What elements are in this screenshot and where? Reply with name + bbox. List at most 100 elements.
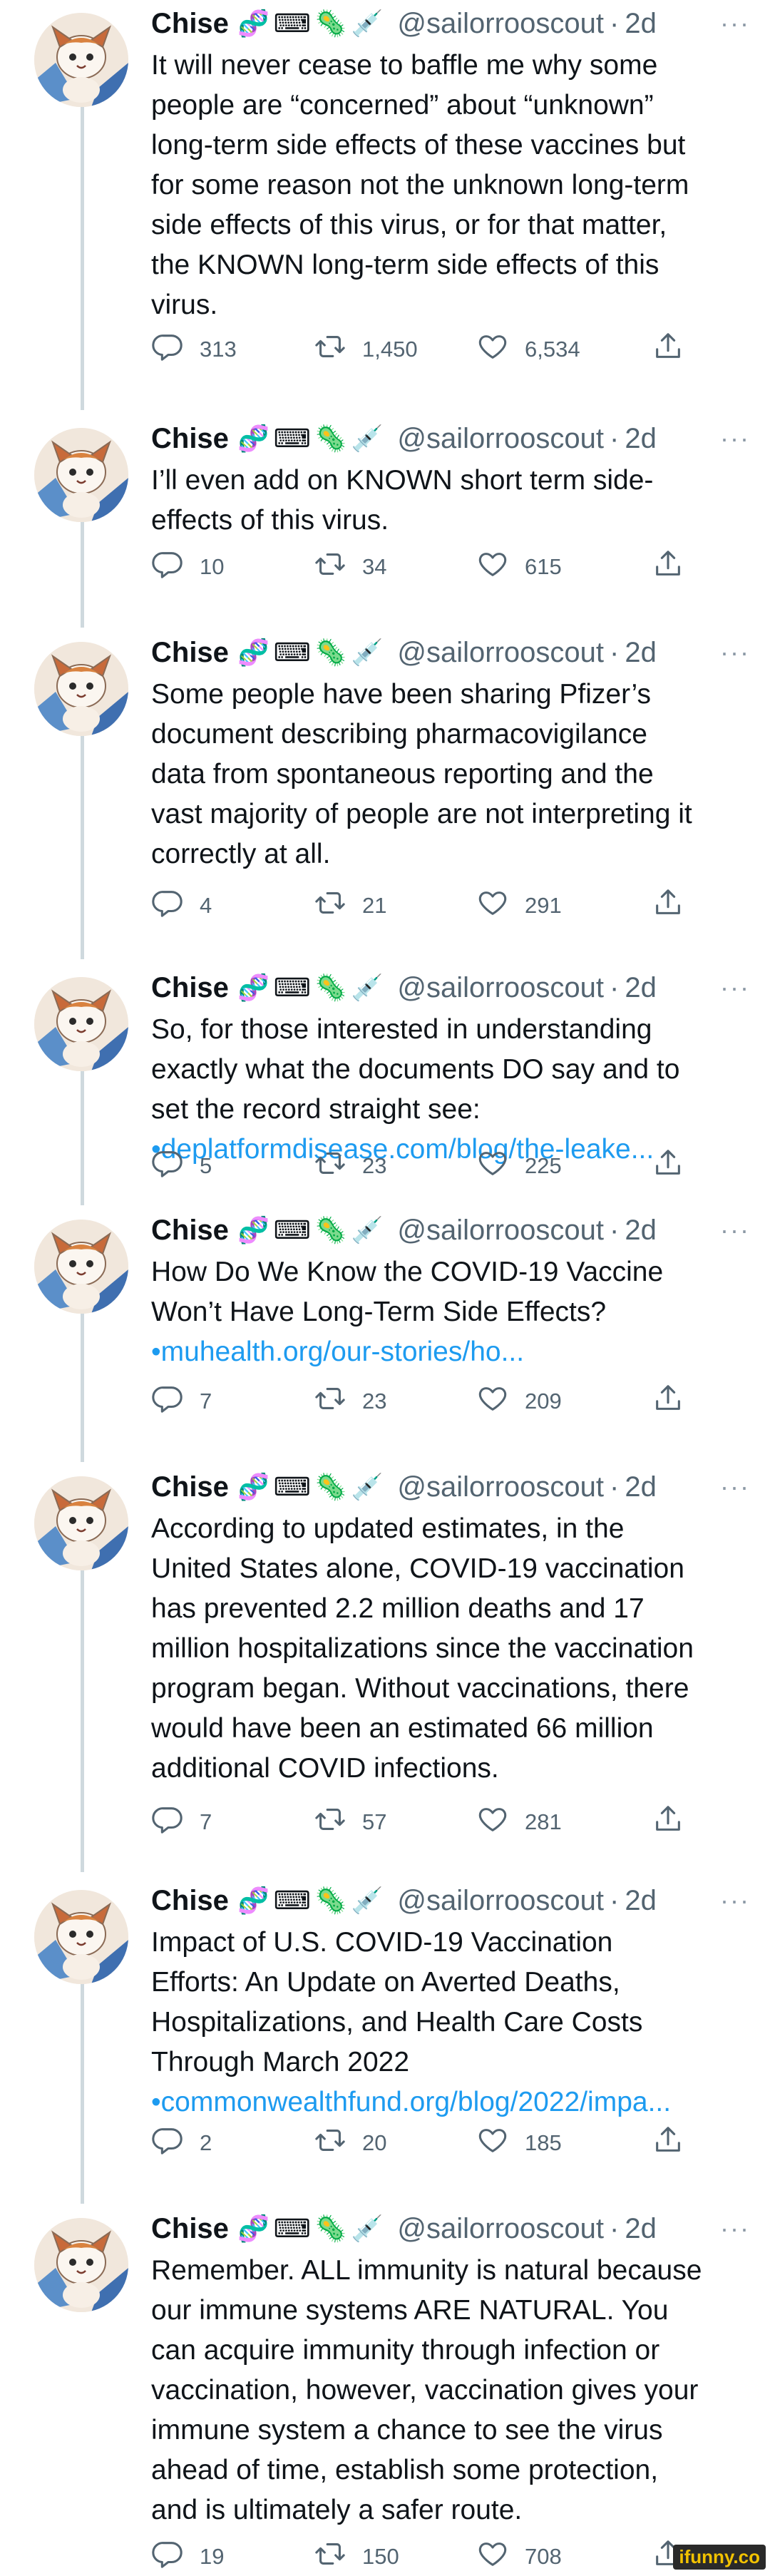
like-button[interactable]: 225	[476, 1148, 626, 1184]
tweet[interactable]: Chise 🧬 ⌨ 🦠 💉 @sailorrooscout · 2d ··· So, for th…	[0, 970, 770, 1184]
tweet-actions: 19 150 708	[151, 2539, 743, 2575]
dna-emoji: 🧬	[237, 1472, 270, 1501]
tweet-timestamp[interactable]: 2d	[625, 635, 657, 670]
author-name[interactable]: Chise	[151, 1883, 229, 1918]
like-button[interactable]: 291	[476, 888, 626, 924]
like-button[interactable]: 708	[476, 2539, 626, 2575]
share-button[interactable]	[652, 888, 700, 924]
like-button[interactable]: 209	[476, 1384, 626, 1419]
tweet-timestamp[interactable]: 2d	[625, 1469, 657, 1505]
author-name[interactable]: Chise	[151, 635, 229, 670]
avatar[interactable]	[34, 1890, 128, 1984]
tweet[interactable]: Chise 🧬 ⌨ 🦠 💉 @sailorrooscout · 2d ··· I’ll even …	[0, 421, 770, 585]
syringe-emoji: 💉	[351, 424, 384, 453]
reply-button[interactable]: 2	[151, 2125, 301, 2161]
author-name[interactable]: Chise	[151, 421, 229, 456]
tweet-timestamp[interactable]: 2d	[625, 421, 657, 456]
like-icon	[476, 330, 525, 369]
retweet-button[interactable]: 20	[314, 2125, 463, 2161]
like-button[interactable]: 615	[476, 549, 626, 585]
tweet[interactable]: Chise 🧬 ⌨ 🦠 💉 @sailorrooscout · 2d ··· Impact of …	[0, 1883, 770, 2161]
like-icon	[476, 2537, 525, 2576]
author-handle[interactable]: @sailorrooscout	[397, 635, 604, 670]
author-handle[interactable]: @sailorrooscout	[397, 970, 604, 1006]
tweet-text-line: for some reason not the unknown long-ter…	[151, 170, 689, 200]
author-handle[interactable]: @sailorrooscout	[397, 1212, 604, 1248]
more-options-icon[interactable]: ···	[720, 1883, 750, 1918]
reply-button[interactable]: 10	[151, 549, 301, 585]
reply-button[interactable]: 7	[151, 1804, 301, 1840]
more-options-icon[interactable]: ···	[720, 635, 750, 670]
separator-dot: ·	[610, 2213, 620, 2244]
author-handle[interactable]: @sailorrooscout	[397, 1883, 604, 1918]
author-name[interactable]: Chise	[151, 1469, 229, 1505]
retweet-button[interactable]: 34	[314, 549, 463, 585]
more-options-icon[interactable]: ···	[720, 970, 750, 1006]
avatar[interactable]	[34, 1220, 128, 1314]
tweet-timestamp[interactable]: 2d	[625, 6, 657, 41]
tweet[interactable]: Chise 🧬 ⌨ 🦠 💉 @sailorrooscout · 2d ··· It will ne…	[0, 6, 770, 367]
like-icon	[476, 1803, 525, 1841]
author-name[interactable]: Chise	[151, 2211, 229, 2247]
more-options-icon[interactable]: ···	[720, 6, 750, 41]
tweet[interactable]: Chise 🧬 ⌨ 🦠 💉 @sailorrooscout · 2d ··· According …	[0, 1469, 770, 1840]
more-options-icon[interactable]: ···	[720, 1212, 750, 1248]
avatar[interactable]	[34, 13, 128, 107]
retweet-icon	[314, 886, 362, 925]
share-button[interactable]	[652, 332, 700, 367]
reply-count: 10	[200, 554, 225, 579]
retweet-button[interactable]: 1,450	[314, 332, 463, 367]
retweet-button[interactable]: 21	[314, 888, 463, 924]
like-button[interactable]: 6,534	[476, 332, 626, 367]
retweet-button[interactable]: 23	[314, 1384, 463, 1419]
retweet-button[interactable]: 57	[314, 1804, 463, 1840]
tweet[interactable]: Chise 🧬 ⌨ 🦠 💉 @sailorrooscout · 2d ··· Remember. …	[0, 2211, 770, 2575]
avatar[interactable]	[34, 428, 128, 522]
tweet-text-line: million hospitalizations since the vacci…	[151, 1633, 694, 1664]
tweet-link[interactable]: commonwealthfund.org/blog/2022/impa...	[161, 2087, 671, 2117]
avatar[interactable]	[34, 2218, 128, 2312]
share-button[interactable]	[652, 1804, 700, 1840]
reply-button[interactable]: 313	[151, 332, 301, 367]
share-button[interactable]	[652, 1384, 700, 1419]
retweet-button[interactable]: 150	[314, 2539, 463, 2575]
author-handle[interactable]: @sailorrooscout	[397, 6, 604, 41]
avatar[interactable]	[34, 642, 128, 736]
like-button[interactable]: 185	[476, 2125, 626, 2161]
retweet-button[interactable]: 23	[314, 1148, 463, 1184]
author-handle[interactable]: @sailorrooscout	[397, 2211, 604, 2247]
reply-button[interactable]: 19	[151, 2539, 301, 2575]
retweet-count: 34	[362, 554, 387, 579]
dna-emoji: 🧬	[237, 424, 270, 453]
like-button[interactable]: 281	[476, 1804, 626, 1840]
tweet-timestamp[interactable]: 2d	[625, 1212, 657, 1248]
more-options-icon[interactable]: ···	[720, 2211, 750, 2247]
syringe-emoji: 💉	[351, 1215, 384, 1244]
author-name[interactable]: Chise	[151, 1212, 229, 1248]
ifunny-watermark: ifunny.co	[673, 2545, 766, 2570]
more-options-icon[interactable]: ···	[720, 421, 750, 456]
tweet[interactable]: Chise 🧬 ⌨ 🦠 💉 @sailorrooscout · 2d ··· Some peopl…	[0, 635, 770, 924]
tweet-timestamp[interactable]: 2d	[625, 1883, 657, 1918]
author-name[interactable]: Chise	[151, 970, 229, 1006]
avatar[interactable]	[34, 977, 128, 1071]
more-options-icon[interactable]: ···	[720, 1469, 750, 1505]
retweet-count: 23	[362, 1389, 387, 1414]
separator-dot: ·	[610, 1885, 620, 1916]
reply-button[interactable]: 4	[151, 888, 301, 924]
avatar[interactable]	[34, 1476, 128, 1570]
share-button[interactable]	[652, 2125, 700, 2161]
reply-button[interactable]: 5	[151, 1148, 301, 1184]
share-button[interactable]	[652, 549, 700, 585]
reply-button[interactable]: 7	[151, 1384, 301, 1419]
author-handle[interactable]: @sailorrooscout	[397, 421, 604, 456]
tweet-text-line: has prevented 2.2 million deaths and 17	[151, 1593, 645, 1624]
author-handle[interactable]: @sailorrooscout	[397, 1469, 604, 1505]
tweet[interactable]: Chise 🧬 ⌨ 🦠 💉 @sailorrooscout · 2d ··· How Do We …	[0, 1212, 770, 1419]
tweet-timestamp[interactable]: 2d	[625, 2211, 657, 2247]
reply-icon	[151, 1382, 200, 1421]
author-name[interactable]: Chise	[151, 6, 229, 41]
tweet-timestamp[interactable]: 2d	[625, 970, 657, 1006]
share-button[interactable]	[652, 1148, 700, 1184]
tweet-link[interactable]: muhealth.org/our-stories/ho...	[161, 1336, 524, 1367]
